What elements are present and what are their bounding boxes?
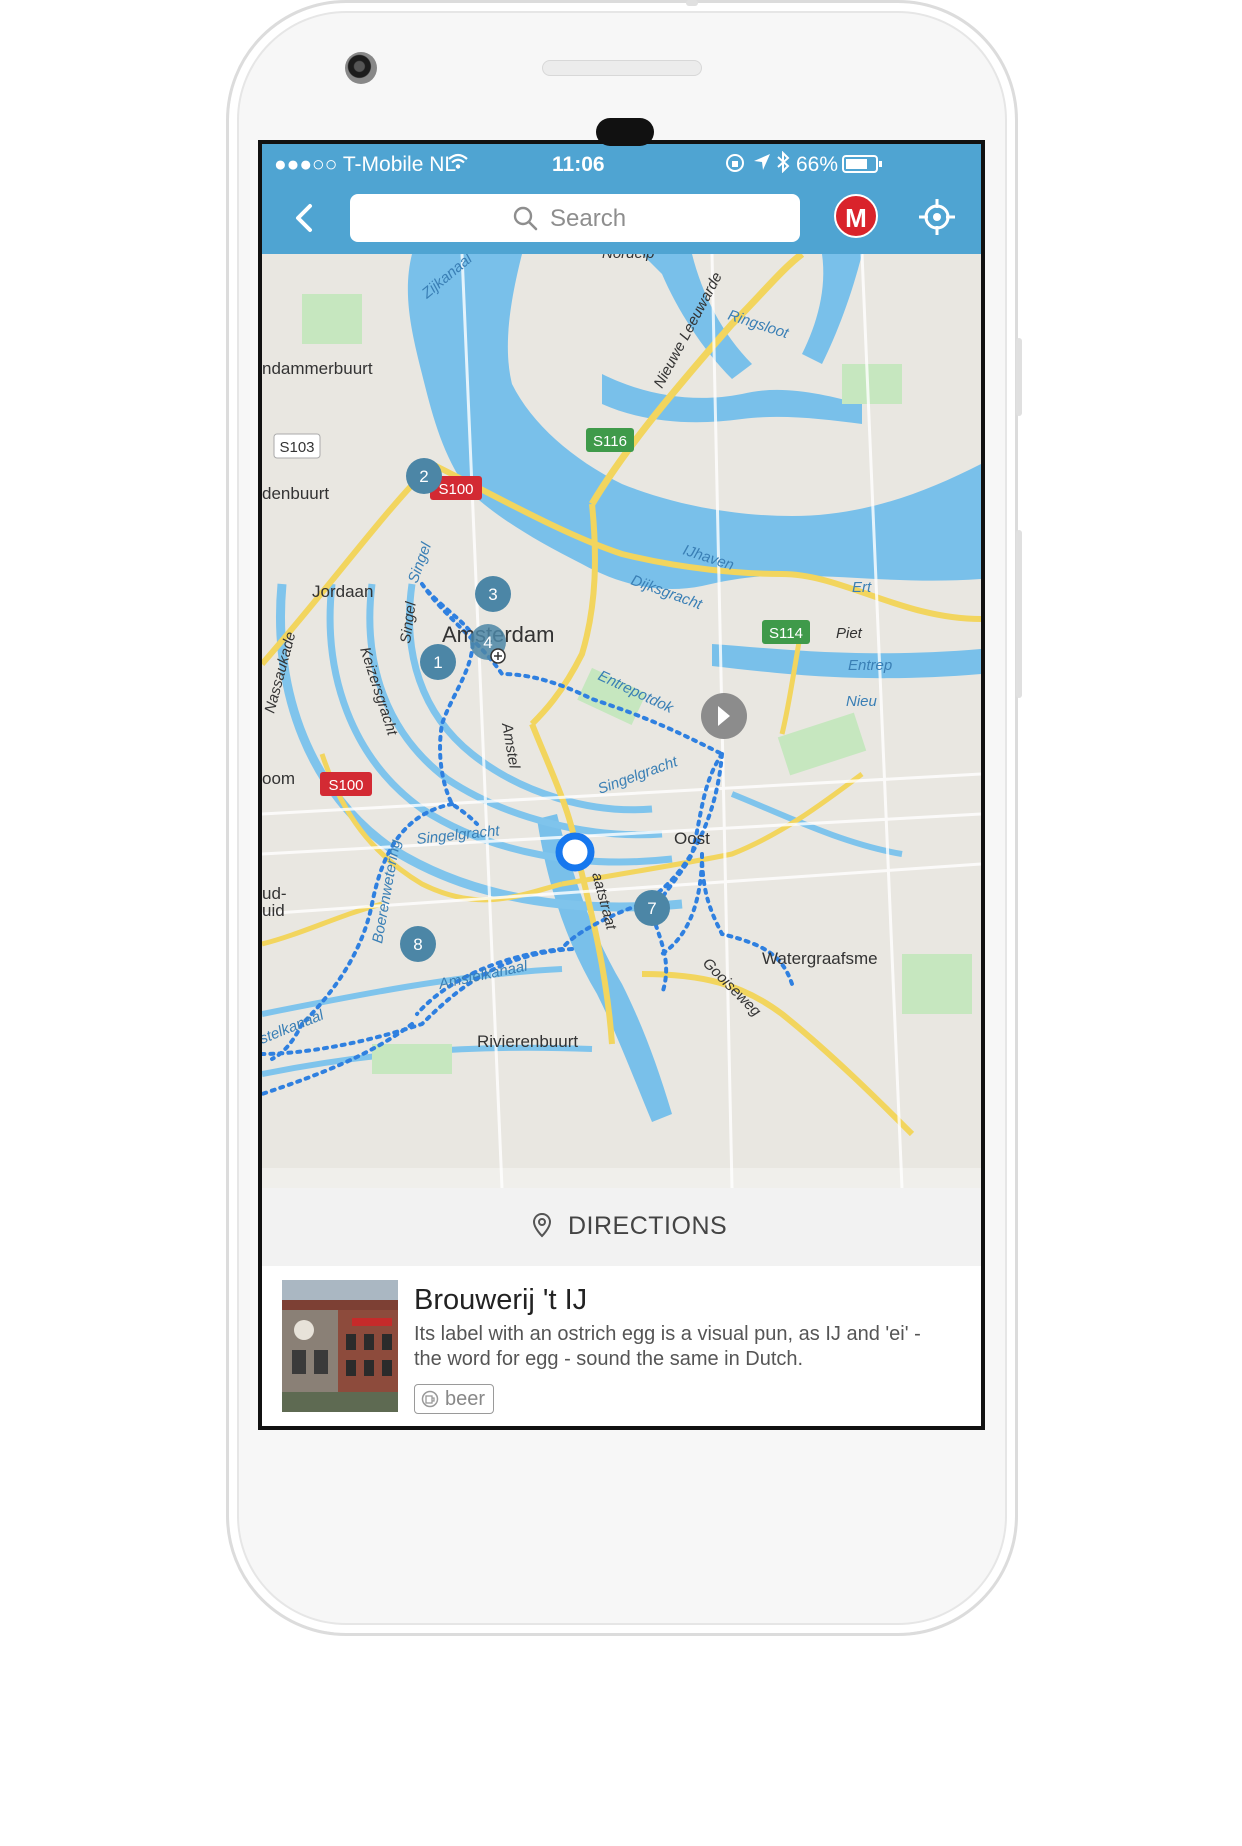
battery-percent: 66% xyxy=(796,153,839,176)
label-entrepot: Entrep xyxy=(848,657,892,674)
svg-text:S114: S114 xyxy=(769,625,803,642)
label-district: uid xyxy=(262,901,285,920)
search-icon xyxy=(513,206,538,231)
place-card[interactable]: Brouwerij 't IJ Its label with an ostric… xyxy=(262,1266,981,1426)
place-thumbnail xyxy=(282,1280,398,1412)
map-pin-icon xyxy=(532,1212,552,1238)
svg-text:4: 4 xyxy=(483,633,492,652)
power-button xyxy=(1016,338,1022,416)
earpiece-speaker xyxy=(542,60,702,76)
svg-text:8: 8 xyxy=(413,935,422,954)
back-button[interactable] xyxy=(284,198,324,238)
label-oost: Oost xyxy=(674,829,710,848)
map-view[interactable]: S103 S100 S100 S116 S114 ndammerbuurt de… xyxy=(262,254,981,1188)
metro-badge-button[interactable]: M xyxy=(834,194,878,238)
directions-label: DIRECTIONS xyxy=(568,1212,728,1240)
svg-text:S103: S103 xyxy=(279,439,314,456)
volume-button xyxy=(1016,530,1022,698)
clock: 11:06 xyxy=(552,153,605,176)
crosshair-icon xyxy=(919,199,955,235)
label-rivierenbuurt: Rivierenbuurt xyxy=(477,1032,578,1051)
svg-text:S100: S100 xyxy=(438,481,473,498)
place-name: Brouwerij 't IJ xyxy=(414,1284,588,1316)
landmark-icon xyxy=(490,648,506,664)
bluetooth-icon xyxy=(776,150,790,179)
rotation-lock-icon xyxy=(724,152,746,180)
stop-marker-7[interactable]: 7 xyxy=(634,890,670,926)
next-stop-arrow-marker[interactable] xyxy=(701,693,747,739)
svg-text:S100: S100 xyxy=(328,777,363,794)
label-piet: Piet xyxy=(836,625,863,642)
proximity-sensor xyxy=(596,118,654,146)
stop-marker-8[interactable]: 8 xyxy=(400,926,436,962)
label-jordaan: Jordaan xyxy=(312,582,373,601)
svg-text:S116: S116 xyxy=(593,433,627,450)
current-location-marker xyxy=(555,832,595,872)
wifi-icon xyxy=(447,152,469,176)
svg-text:1: 1 xyxy=(433,653,442,672)
label-district: ud- xyxy=(262,884,287,903)
status-bar: ●●●○○ T-Mobile NL 11:06 66% xyxy=(262,144,981,184)
top-button xyxy=(686,0,698,6)
carrier-label: ●●●○○ T-Mobile NL xyxy=(274,153,457,176)
stop-marker-2[interactable]: 2 xyxy=(406,458,442,494)
route-shield-s103: S103 xyxy=(273,433,321,459)
label-watergraafsmeer: Watergraafsme xyxy=(762,949,878,968)
route-shield-s114: S114 xyxy=(762,620,810,644)
route-shield-s116: S116 xyxy=(586,428,634,452)
category-tag-label: beer xyxy=(445,1388,486,1410)
stop-marker-3[interactable]: 3 xyxy=(475,576,511,612)
svg-text:3: 3 xyxy=(488,585,497,604)
battery-icon xyxy=(842,154,884,180)
locate-me-button[interactable] xyxy=(916,196,958,238)
label-district: denbuurt xyxy=(262,484,329,503)
front-camera xyxy=(345,52,377,84)
label-district: ndammerbuurt xyxy=(262,359,373,378)
location-arrow-icon xyxy=(752,152,772,178)
label-nordelp: Nordelp xyxy=(602,254,655,262)
top-navigation-bar: Search M xyxy=(262,184,981,254)
chevron-left-icon xyxy=(296,204,312,232)
search-input[interactable]: Search xyxy=(350,194,800,242)
beer-icon xyxy=(421,1390,439,1408)
svg-text:2: 2 xyxy=(419,467,428,486)
place-description: Its label with an ostrich egg is a visua… xyxy=(414,1323,921,1370)
stop-marker-1[interactable]: 1 xyxy=(420,644,456,680)
category-tag[interactable]: beer xyxy=(414,1384,495,1414)
directions-button[interactable]: DIRECTIONS xyxy=(262,1188,981,1266)
label-nieu: Nieu xyxy=(846,693,878,710)
label-district: oom xyxy=(262,769,295,788)
search-placeholder: Search xyxy=(550,205,627,232)
route-shield-s100-west: S100 xyxy=(320,772,372,796)
app-screen: ●●●○○ T-Mobile NL 11:06 66% Search M S10… xyxy=(258,140,985,1430)
label-ert: Ert xyxy=(852,579,872,596)
svg-text:7: 7 xyxy=(647,899,656,918)
